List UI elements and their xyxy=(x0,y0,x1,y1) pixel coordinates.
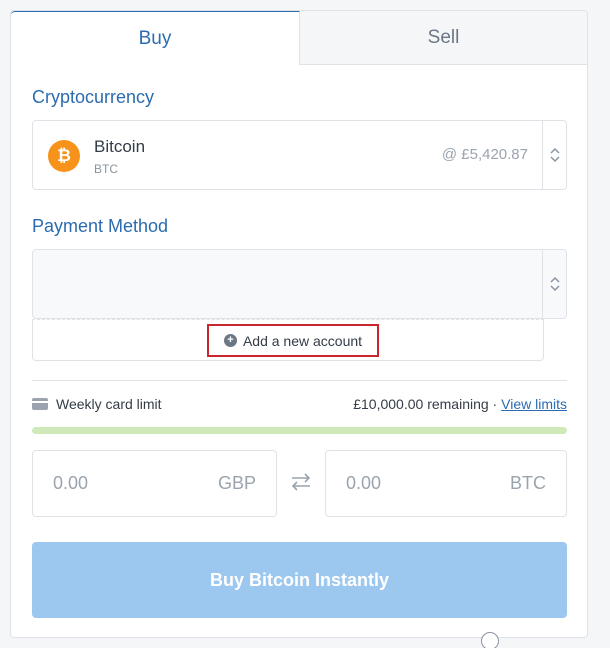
fiat-amount-input[interactable]: 0.00 GBP xyxy=(32,450,277,517)
crypto-amount-input[interactable]: 0.00 BTC xyxy=(325,450,567,517)
limit-remaining: £10,000.00 remaining xyxy=(353,396,489,412)
credit-card-icon xyxy=(32,398,48,410)
cryptocurrency-label: Cryptocurrency xyxy=(32,87,155,107)
weekly-limit-label: Weekly card limit xyxy=(56,396,162,412)
bitcoin-icon: ₿ xyxy=(48,140,80,172)
view-limits-link[interactable]: View limits xyxy=(501,396,567,412)
buy-bitcoin-button[interactable]: Buy Bitcoin Instantly xyxy=(32,542,567,618)
payment-method-label: Payment Method xyxy=(32,216,169,236)
stepper-icon[interactable] xyxy=(542,121,566,189)
add-account-label: Add a new account xyxy=(242,332,363,349)
plus-circle-icon: + xyxy=(223,334,237,347)
coin-name: Bitcoin xyxy=(94,137,146,156)
fiat-amount-value: 0.00 xyxy=(53,473,89,493)
limit-separator: · xyxy=(488,396,502,412)
limit-progress-bar xyxy=(32,427,567,434)
divider xyxy=(32,380,567,381)
stepper-icon[interactable] xyxy=(542,250,566,318)
add-new-account-button[interactable]: + Add a new account xyxy=(207,324,379,357)
payment-method-select[interactable] xyxy=(32,249,567,319)
fiat-currency: GBP xyxy=(217,473,256,493)
limit-summary: £10,000.00 remaining · View limits xyxy=(353,396,567,412)
coin-code: BTC xyxy=(94,162,118,176)
tab-bar: Buy Sell xyxy=(11,11,587,65)
crypto-amount-value: 0.00 xyxy=(346,473,382,493)
tab-buy[interactable]: Buy xyxy=(11,11,300,65)
limit-progress-fill xyxy=(32,427,567,434)
tab-sell[interactable]: Sell xyxy=(300,11,587,65)
scroll-indicator xyxy=(481,632,499,648)
coin-price: @ £5,420.87 xyxy=(441,146,528,163)
crypto-currency: BTC xyxy=(510,473,546,493)
cryptocurrency-select[interactable]: ₿ Bitcoin BTC @ £5,420.87 xyxy=(32,120,567,190)
swap-arrows-icon[interactable] xyxy=(289,470,313,494)
buy-sell-panel: Buy Sell Cryptocurrency ₿ Bitcoin BTC @ … xyxy=(10,10,588,638)
weekly-limit-row: Weekly card limit £10,000.00 remaining ·… xyxy=(32,396,567,414)
